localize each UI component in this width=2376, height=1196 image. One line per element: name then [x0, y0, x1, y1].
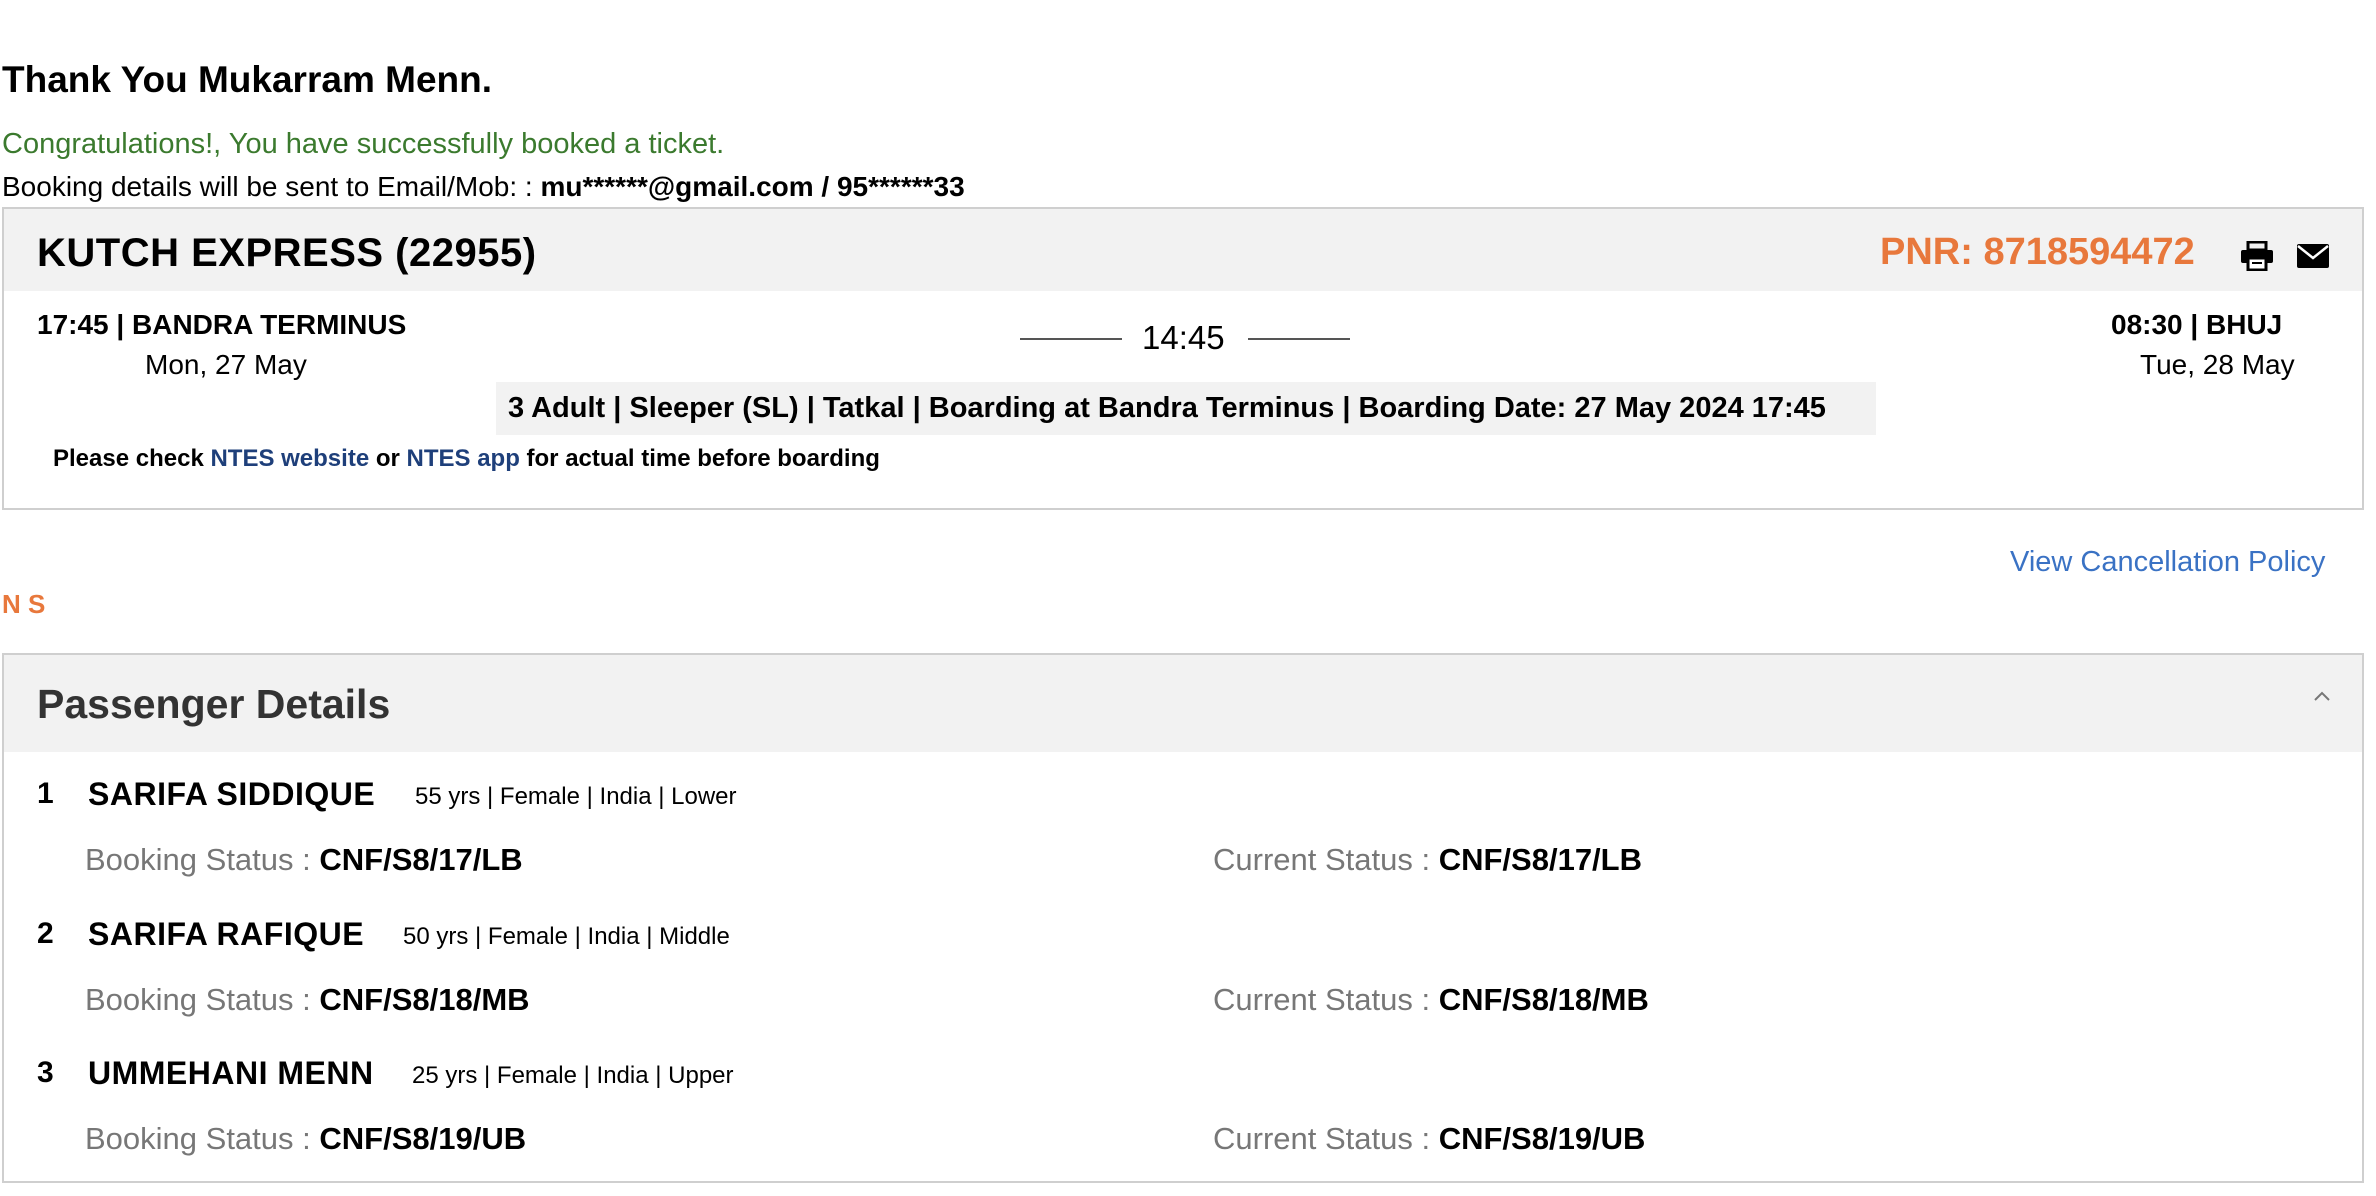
passenger-name: UMMEHANI MENN	[88, 1055, 374, 1091]
success-message: Congratulations!, You have successfully …	[2, 128, 725, 160]
journey-duration: 14:45	[1142, 319, 1225, 356]
current-status-label: Current Status :	[1213, 1121, 1439, 1156]
current-status-value: CNF/S8/19/UB	[1438, 1121, 1646, 1156]
departure-date: Mon, 27 May	[145, 349, 307, 380]
passenger-details-title: Passenger Details	[37, 681, 391, 727]
booking-status-value: CNF/S8/19/UB	[319, 1121, 527, 1156]
chevron-up-icon[interactable]	[2312, 677, 2332, 711]
sent-to-label: Booking details will be sent to Email/Mo…	[2, 171, 541, 202]
current-status: Current Status : CNF/S8/19/UB	[1213, 1121, 1645, 1157]
booking-status: Booking Status : CNF/S8/19/UB	[85, 1121, 526, 1157]
ntes-note-suffix: for actual time before boarding	[519, 445, 880, 472]
current-status-value: CNF/S8/17/LB	[1438, 842, 1642, 877]
ntes-note: Please check NTES website or NTES app fo…	[53, 445, 880, 473]
passenger-details-card: Passenger Details 1 SARIFA SIDDIQUE 55 y…	[2, 653, 2364, 1183]
booking-status-value: CNF/S8/18/MB	[319, 982, 530, 1017]
ntes-app-link[interactable]: NTES app	[407, 445, 520, 472]
passenger-meta: 25 yrs | Female | India | Upper	[412, 1062, 734, 1089]
arrival-time-station: 08:30 | BHUJ	[2111, 309, 2283, 340]
booking-status-label: Booking Status :	[85, 982, 320, 1017]
booking-status-label: Booking Status :	[85, 842, 320, 877]
print-icon[interactable]	[2240, 240, 2274, 272]
envelope-icon[interactable]	[2296, 241, 2330, 271]
booking-status-value: CNF/S8/17/LB	[319, 842, 523, 877]
booking-status-label: Booking Status :	[85, 1121, 320, 1156]
passenger-number: 2	[37, 917, 54, 950]
ns-label: N S	[2, 589, 46, 619]
thank-you-heading: Thank You Mukarram Menn.	[2, 59, 492, 100]
passenger-meta: 55 yrs | Female | India | Lower	[415, 783, 737, 810]
passenger-number: 3	[37, 1056, 54, 1089]
ntes-note-prefix: Please check	[53, 445, 211, 472]
ntes-note-mid: or	[369, 445, 407, 472]
pnr-number: PNR: 8718594472	[1880, 231, 2195, 273]
current-status-label: Current Status :	[1213, 982, 1439, 1017]
current-status-label: Current Status :	[1213, 842, 1439, 877]
view-cancellation-policy-link[interactable]: View Cancellation Policy	[2010, 546, 2325, 579]
passenger-meta: 50 yrs | Female | India | Middle	[403, 923, 730, 950]
arrival-date: Tue, 28 May	[2140, 349, 2295, 380]
booking-status: Booking Status : CNF/S8/17/LB	[85, 842, 523, 878]
current-status-value: CNF/S8/18/MB	[1438, 982, 1649, 1017]
current-status: Current Status : CNF/S8/18/MB	[1213, 982, 1649, 1018]
train-summary-card: KUTCH EXPRESS (22955) PNR: 8718594472 17…	[2, 207, 2364, 510]
current-status: Current Status : CNF/S8/17/LB	[1213, 842, 1642, 878]
booking-details-sent-to: Booking details will be sent to Email/Mo…	[2, 170, 965, 204]
ntes-website-link[interactable]: NTES website	[210, 445, 369, 472]
departure-time-station: 17:45 | BANDRA TERMINUS	[37, 309, 407, 340]
train-name: KUTCH EXPRESS (22955)	[37, 231, 537, 275]
passenger-name: SARIFA RAFIQUE	[88, 916, 365, 952]
booking-status: Booking Status : CNF/S8/18/MB	[85, 982, 530, 1018]
passenger-number: 1	[37, 777, 54, 810]
sent-to-contact: mu******@gmail.com / 95******33	[540, 171, 965, 202]
passenger-name: SARIFA SIDDIQUE	[88, 776, 376, 812]
journey-info-bar: 3 Adult | Sleeper (SL) | Tatkal | Boardi…	[496, 382, 1876, 435]
duration-line-left	[1020, 338, 1122, 340]
duration-line-right	[1248, 338, 1350, 340]
